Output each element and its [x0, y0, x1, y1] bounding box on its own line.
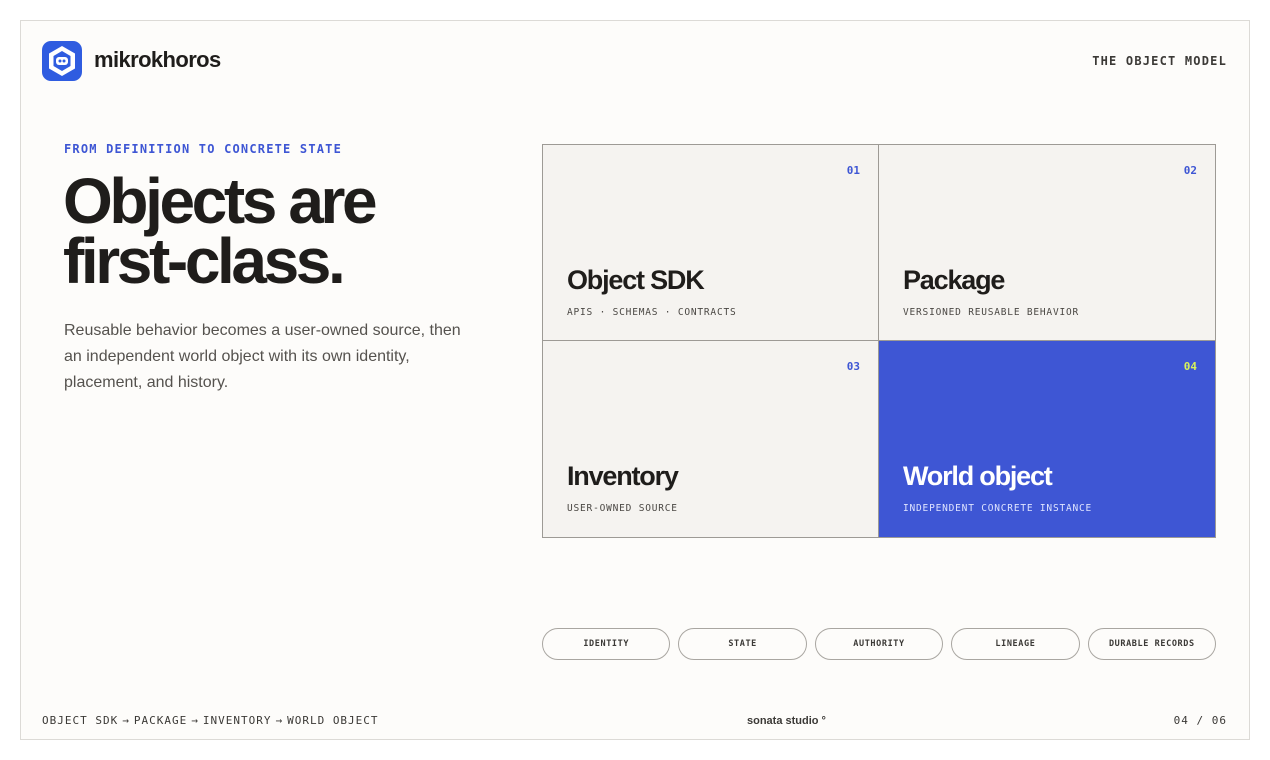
- pill-identity: IDENTITY: [542, 628, 671, 660]
- object-model-grid: 01 Object SDK APIS · SCHEMAS · CONTRACTS…: [542, 144, 1216, 538]
- card-title: Object SDK: [567, 265, 705, 295]
- footer-step: INVENTORY: [202, 714, 272, 727]
- section-label: THE OBJECT MODEL: [1092, 54, 1227, 68]
- eyebrow: FROM DEFINITION TO CONCRETE STATE: [64, 142, 343, 156]
- arrow-right-icon: →: [275, 714, 284, 727]
- slide: mikrokhoros THE OBJECT MODEL FROM DEFINI…: [20, 20, 1250, 740]
- card-subtitle: INDEPENDENT CONCRETE INSTANCE: [903, 503, 1093, 514]
- pill-durable-records: DURABLE RECORDS: [1087, 628, 1217, 660]
- headline: Objects are first-class.: [63, 165, 483, 297]
- arrow-right-icon: →: [191, 714, 199, 727]
- brand-logo-icon: [42, 41, 82, 81]
- card-title: Package: [903, 265, 1005, 295]
- card-package: 02 Package VERSIONED REUSABLE BEHAVIOR: [879, 145, 1215, 341]
- card-object-sdk: 01 Object SDK APIS · SCHEMAS · CONTRACTS: [543, 145, 879, 341]
- card-number: 04: [1183, 360, 1197, 373]
- card-title: Inventory: [567, 461, 679, 491]
- footer-step: PACKAGE: [133, 714, 188, 727]
- footer-studio: sonata studio °: [747, 715, 826, 727]
- card-subtitle: USER-OWNED SOURCE: [567, 503, 678, 514]
- card-number: 02: [1183, 164, 1197, 177]
- card-world-object: 04 World object INDEPENDENT CONCRETE INS…: [879, 341, 1215, 537]
- card-subtitle: APIS · SCHEMAS · CONTRACTS: [567, 307, 737, 318]
- footer-breadcrumb: OBJECT SDK → PACKAGE → INVENTORY → WORLD OBJEC…: [42, 714, 379, 727]
- card-subtitle: VERSIONED REUSABLE BEHAVIOR: [903, 307, 1080, 318]
- card-number: 01: [846, 164, 860, 177]
- headline-line-1: Objects are: [63, 165, 378, 237]
- pill-lineage: LINEAGE: [951, 628, 1080, 660]
- card-number: 03: [846, 360, 860, 373]
- footer-step: WORLD OBJECT: [287, 714, 379, 727]
- page-indicator: 04 / 06: [1173, 714, 1227, 727]
- attribute-pills: IDENTITY STATE AUTHORITY LINEAGE DURABLE…: [542, 628, 1217, 661]
- headline-line-2: first-class.: [63, 225, 346, 297]
- footer-step: OBJECT SDK: [42, 714, 119, 727]
- pill-authority: AUTHORITY: [814, 628, 944, 660]
- pill-state: STATE: [678, 628, 807, 660]
- brand-name: mikrokhoros: [94, 47, 221, 72]
- card-title: World object: [903, 461, 1053, 491]
- arrow-right-icon: →: [122, 714, 130, 727]
- card-inventory: 03 Inventory USER-OWNED SOURCE: [543, 341, 879, 537]
- lede-paragraph: Reusable behavior becomes a user-owned s…: [64, 322, 461, 391]
